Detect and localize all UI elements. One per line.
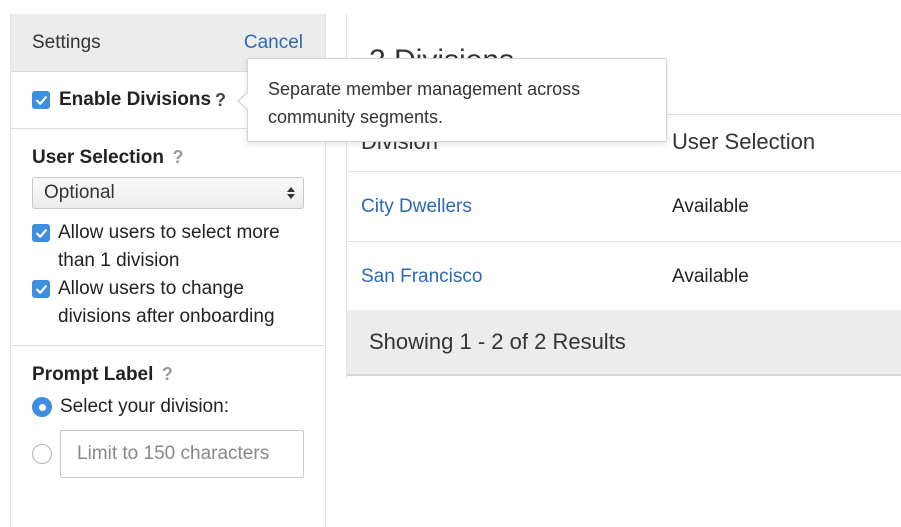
division-selection-status: Available [672, 266, 749, 287]
division-link[interactable]: City Dwellers [361, 196, 472, 218]
prompt-default-option[interactable]: Select your division: [32, 396, 304, 418]
allow-change-label: Allow users to change divisions after on… [58, 278, 275, 327]
checkmark-icon [35, 228, 47, 238]
user-selection-value: Optional [44, 182, 115, 203]
allow-multiple-label: Allow users to select more than 1 divisi… [58, 222, 280, 271]
select-arrows-icon [287, 187, 295, 199]
checkmark-icon [35, 95, 47, 105]
allow-multiple-checkbox[interactable] [32, 224, 50, 242]
prompt-label-help-icon[interactable]: ? [162, 364, 173, 384]
allow-multiple-option[interactable]: Allow users to select more than 1 divisi… [32, 219, 304, 275]
user-selection-section: User Selection ? Optional Allow users to… [11, 129, 325, 346]
division-link[interactable]: San Francisco [361, 266, 482, 288]
prompt-label-label: Prompt Label [32, 364, 154, 385]
prompt-custom-input[interactable] [60, 430, 304, 478]
settings-title: Settings [32, 31, 101, 53]
table-row: San Francisco Available [347, 242, 901, 312]
results-footer: Showing 1 - 2 of 2 Results [347, 310, 901, 376]
division-selection-status: Available [672, 196, 749, 217]
checkmark-icon [35, 284, 47, 294]
prompt-default-radio[interactable] [32, 397, 52, 417]
user-selection-help-icon[interactable]: ? [172, 147, 183, 167]
table-row: City Dwellers Available [347, 172, 901, 242]
allow-change-option[interactable]: Allow users to change divisions after on… [32, 275, 304, 331]
cancel-link[interactable]: Cancel [244, 32, 303, 54]
prompt-label-section: Prompt Label ? Select your division: [11, 346, 325, 478]
prompt-custom-option[interactable] [32, 430, 304, 478]
tooltip-text: Separate member management across commun… [268, 79, 581, 127]
enable-divisions-help-icon[interactable]: ? [215, 90, 226, 111]
prompt-default-label: Select your division: [60, 396, 229, 417]
column-header-user-selection: User Selection [672, 129, 816, 154]
user-selection-label: User Selection [32, 147, 164, 168]
results-count: Showing 1 - 2 of 2 Results [369, 329, 626, 354]
enable-divisions-label: Enable Divisions [59, 89, 212, 110]
allow-change-checkbox[interactable] [32, 280, 50, 298]
enable-divisions-tooltip: Separate member management across commun… [237, 58, 667, 142]
prompt-custom-radio[interactable] [32, 444, 52, 464]
user-selection-select[interactable]: Optional [32, 177, 304, 209]
enable-divisions-row[interactable]: Enable Divisions ? [32, 89, 226, 111]
enable-divisions-checkbox[interactable] [32, 91, 50, 109]
